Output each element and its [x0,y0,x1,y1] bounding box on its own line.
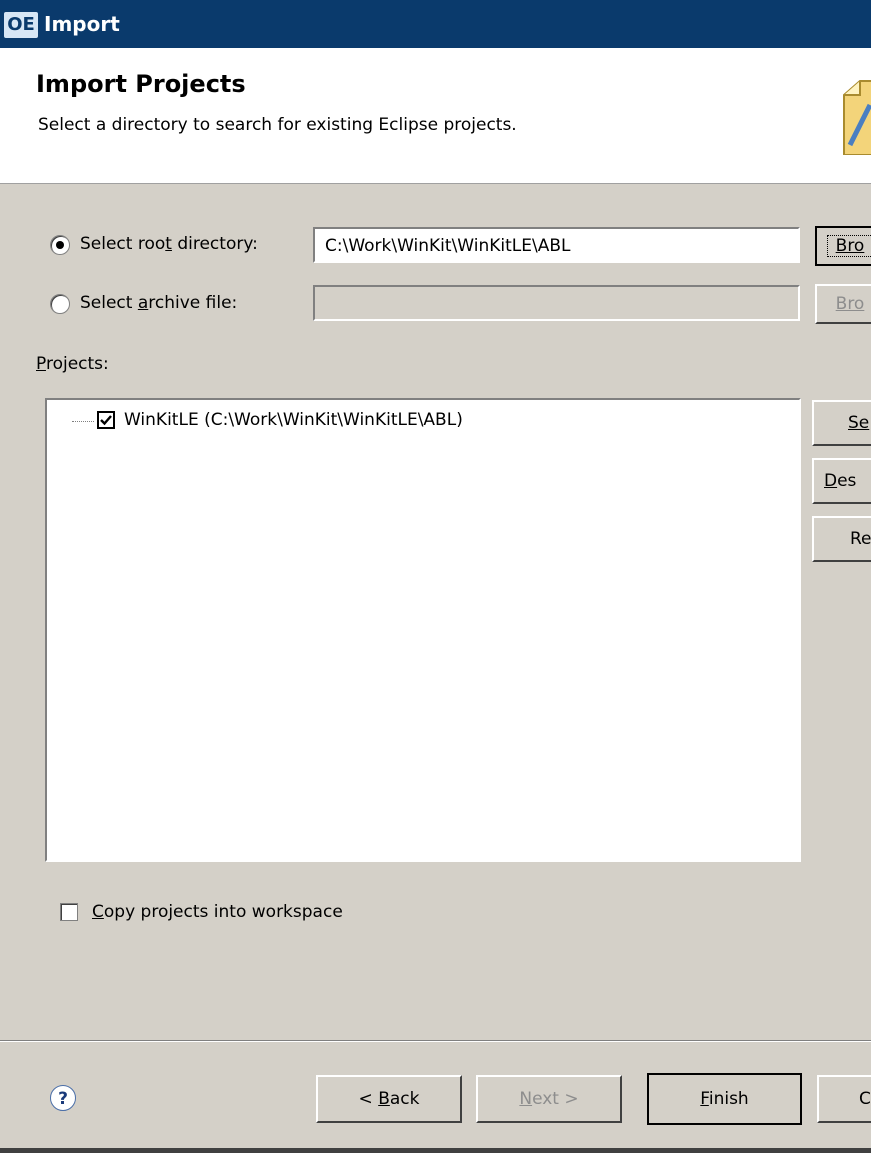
copy-projects-label[interactable]: Copy projects into workspace [92,902,343,922]
window-title: Import [44,12,120,36]
copy-projects-checkbox[interactable] [60,903,78,921]
select-all-label: Se [848,413,870,433]
page-title: Import Projects [36,70,246,98]
tree-connector [72,421,94,422]
refresh-label: Re [850,529,871,549]
project-item-label[interactable]: WinKitLE (C:\Work\WinKit\WinKitLE\ABL) [124,410,463,430]
cancel-button[interactable]: C [817,1075,871,1123]
projects-label: Projects: [36,354,109,374]
import-wizard-icon [843,80,871,155]
archive-file-label: Select archive file: [80,293,238,313]
cancel-label: C [859,1089,871,1109]
deselect-all-label-acc: D [824,471,838,491]
root-directory-radio[interactable] [50,235,70,255]
app-icon: OE [4,12,38,38]
finish-button[interactable]: Finish [647,1073,802,1125]
help-icon[interactable]: ? [50,1085,76,1111]
browse-archive-button[interactable]: Bro [815,284,871,324]
refresh-button[interactable]: Re [812,516,871,562]
deselect-all-label: es [837,471,857,491]
next-button[interactable]: Next > [476,1075,622,1123]
browse-archive-label: Bro [835,294,865,314]
root-directory-label: Select root directory: [80,234,258,254]
root-directory-input[interactable]: C:\Work\WinKit\WinKitLE\ABL [313,227,800,263]
projects-list[interactable]: WinKitLE (C:\Work\WinKit\WinKitLE\ABL) [45,398,801,862]
browse-root-label: Bro [826,235,871,257]
footer-separator [0,1040,871,1042]
archive-file-input[interactable] [313,285,800,321]
page-description: Select a directory to search for existin… [38,115,517,135]
root-directory-value: C:\Work\WinKit\WinKitLE\ABL [325,236,571,256]
deselect-all-button[interactable]: Des [812,458,871,504]
window-bottom-border [0,1148,871,1153]
project-checkbox[interactable] [97,411,115,429]
back-button[interactable]: < Back [316,1075,462,1123]
archive-file-radio[interactable] [50,294,70,314]
select-all-button[interactable]: Se [812,400,871,446]
browse-root-button[interactable]: Bro [815,226,871,266]
window-title-bar[interactable] [0,0,871,48]
check-icon [100,415,112,426]
